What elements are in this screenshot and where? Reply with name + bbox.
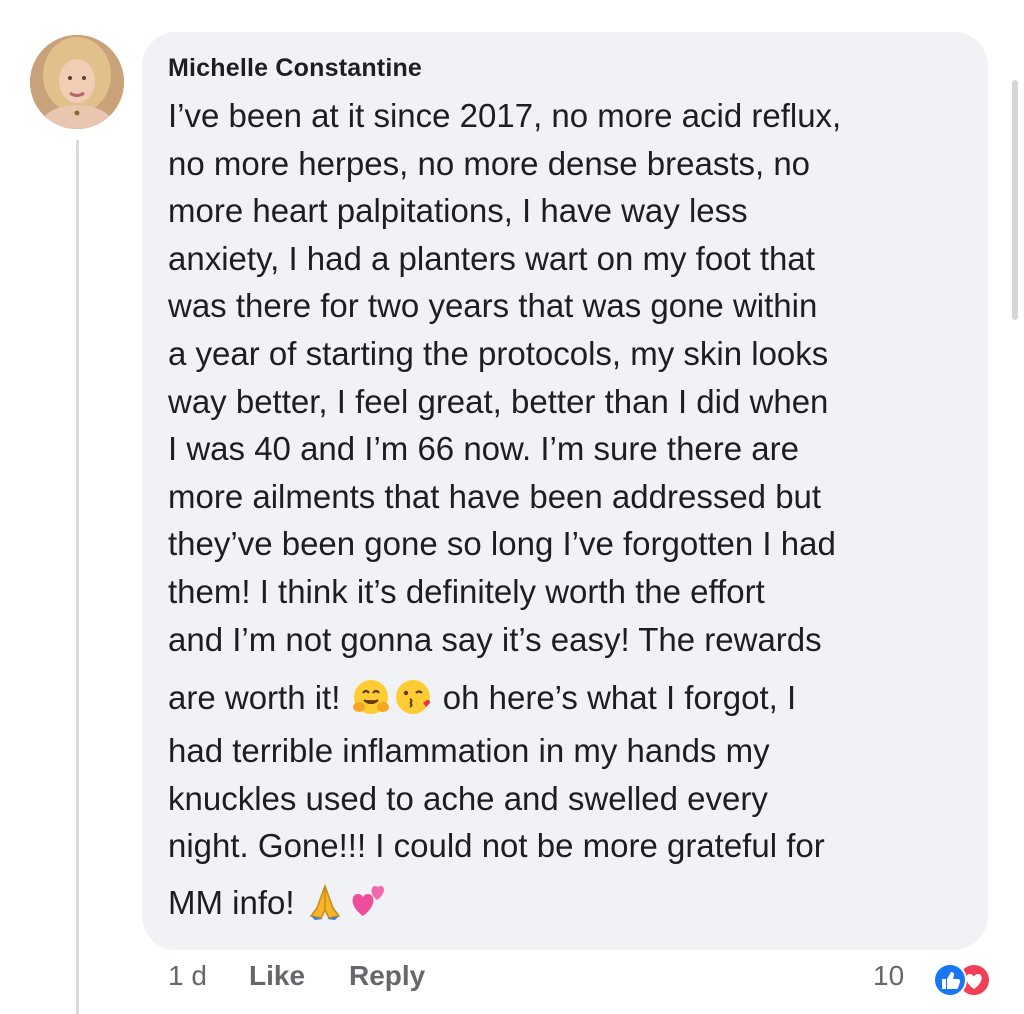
comment-line: more heart palpitations, I have way less <box>168 192 748 230</box>
comment-line-part: oh here’s what I forgot, I <box>433 679 797 717</box>
comment-line: way better, I feel great, better than I … <box>168 382 829 420</box>
folded-hands-icon <box>305 882 345 922</box>
like-reaction-icon <box>933 963 967 997</box>
comment-line: and I’m not gonna say it’s easy! The rew… <box>168 620 822 658</box>
comment-line: I’ve been at it since 2017, no more acid… <box>168 97 842 134</box>
comment-line: they’ve been gone so long I’ve forgotten… <box>168 525 836 563</box>
two-hearts-icon <box>347 882 387 922</box>
comment-line: a year of starting the protocols, my ski… <box>168 334 829 372</box>
comment-line: was there for two years that was gone wi… <box>168 287 818 325</box>
avatar[interactable] <box>30 35 124 129</box>
comment-line: had terrible inflammation in my hands my <box>168 732 770 770</box>
comment-author[interactable]: Michelle Constantine <box>168 54 422 83</box>
comment-line-part: MM info! <box>168 883 304 921</box>
comment-line-part: are worth it! <box>168 679 350 717</box>
comment-line: anxiety, I had a planters wart on my foo… <box>168 239 815 277</box>
reaction-icons[interactable] <box>918 962 998 998</box>
reply-button[interactable]: Reply <box>349 960 425 992</box>
comment-text: I’ve been at it since 2017, no more acid… <box>168 92 968 932</box>
comment-line: MM info! <box>168 870 968 932</box>
comment-thread: Michelle Constantine I’ve been at it sin… <box>0 0 1024 1014</box>
comment-timestamp[interactable]: 1 d <box>168 960 207 992</box>
kissing-face-icon <box>393 677 433 717</box>
comment-line: I was 40 and I’m 66 now. I’m sure there … <box>168 430 799 468</box>
reaction-count[interactable]: 10 <box>873 960 904 992</box>
comment-line: them! I think it’s definitely worth the … <box>168 572 765 610</box>
comment-line: night. Gone!!! I could not be more grate… <box>168 827 825 865</box>
comment-line: no more herpes, no more dense breasts, n… <box>168 144 811 182</box>
comment-line: knuckles used to ache and swelled every <box>168 779 768 817</box>
comment-line: are worth it! oh here’s what I forgot, I <box>168 663 968 727</box>
like-button[interactable]: Like <box>249 960 305 992</box>
profile-photo <box>30 35 124 129</box>
thread-line <box>76 140 79 1014</box>
hugging-face-icon <box>351 677 391 717</box>
comment-line: more ailments that have been addressed b… <box>168 477 822 515</box>
scrollbar[interactable] <box>1012 80 1018 320</box>
